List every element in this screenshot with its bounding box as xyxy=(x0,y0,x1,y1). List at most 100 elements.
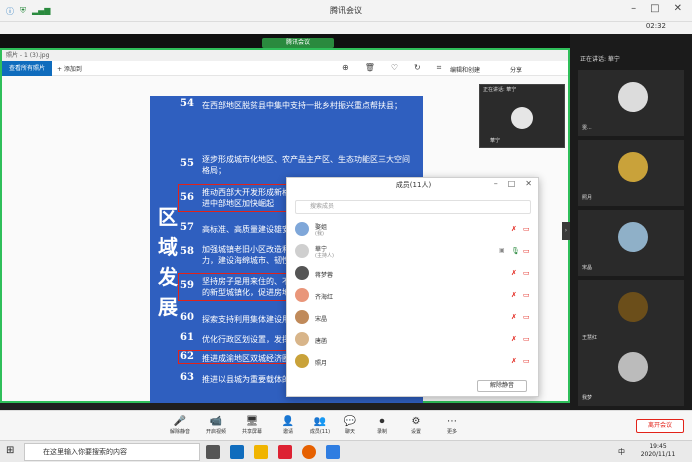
camera-off-icon[interactable]: ▭ xyxy=(523,335,530,343)
participant-tile[interactable]: 雯... xyxy=(578,70,684,136)
leave-meeting-button[interactable]: 离开会议 xyxy=(636,419,684,433)
taskbar-search-input[interactable]: 在这里输入你要搜索的内容 xyxy=(24,443,200,461)
favorite-icon[interactable]: ♡ xyxy=(391,63,398,73)
item-number: 58 xyxy=(180,246,194,257)
item-number: 62 xyxy=(180,351,194,362)
status-row: 02:32 xyxy=(0,22,692,34)
mic-on-icon[interactable]: 🎙 xyxy=(511,247,520,255)
invite-button[interactable]: 👤 邀请 xyxy=(270,415,306,435)
share-button[interactable]: 分享 xyxy=(510,65,522,74)
settings-button[interactable]: ⚙ 设置 xyxy=(398,415,434,435)
record-button[interactable]: ⏺ 录制 xyxy=(364,415,400,435)
member-row[interactable]: 華宁 (主持人) ▣ 🎙 ▭ xyxy=(295,242,531,262)
close-icon[interactable]: ✕ xyxy=(674,3,682,14)
close-icon[interactable]: ✕ xyxy=(525,179,532,188)
ime-indicator[interactable]: 中 xyxy=(618,447,625,457)
toolbar-label: 邀请 xyxy=(282,429,293,435)
mic-muted-icon[interactable]: ✗ xyxy=(511,269,517,277)
delete-icon[interactable]: 🗑 xyxy=(365,63,375,73)
toolbar-label: 设置 xyxy=(410,429,421,435)
screen-share-icon: ▣ xyxy=(499,247,505,254)
participant-tile[interactable]: 王慧红 xyxy=(578,280,684,346)
maximize-icon[interactable]: □ xyxy=(508,179,516,188)
camera-off-icon[interactable]: ▭ xyxy=(523,291,530,299)
chat-button[interactable]: 💬 聊天 xyxy=(332,415,368,435)
more-button[interactable]: ⋯ 更多 xyxy=(434,415,470,435)
member-row[interactable]: 宋晶 ✗ ▭ xyxy=(295,308,531,328)
item-number: 57 xyxy=(180,222,194,233)
mic-muted-icon[interactable]: ✗ xyxy=(511,225,517,233)
avatar xyxy=(295,310,309,324)
edit-create-button[interactable]: 编辑和创建 xyxy=(450,65,480,74)
mic-muted-icon[interactable]: ✗ xyxy=(511,313,517,321)
folder-icon[interactable] xyxy=(254,445,268,459)
camera-off-icon[interactable]: ▭ xyxy=(523,247,530,255)
camera-off-icon[interactable]: ▭ xyxy=(523,269,530,277)
camera-off-icon[interactable]: ▭ xyxy=(523,357,530,365)
firefox-icon[interactable] xyxy=(302,445,316,459)
member-row[interactable]: 齐海红 ✗ ▭ xyxy=(295,286,531,306)
maximize-icon[interactable]: □ xyxy=(650,3,659,14)
avatar xyxy=(618,292,648,322)
mic-muted-icon[interactable]: ✗ xyxy=(511,357,517,365)
chevron-right-icon[interactable]: › xyxy=(562,222,570,240)
slide-vertical-char: 区 xyxy=(158,205,178,229)
toolbar-label: 开启视频 xyxy=(205,429,226,435)
start-video-button[interactable]: 📹 开启视频 xyxy=(198,415,234,435)
unmute-button[interactable]: 🎤 解除静音 xyxy=(162,415,198,435)
windows-start-icon[interactable]: ⊞ xyxy=(6,445,14,456)
edge-icon[interactable] xyxy=(230,445,244,459)
avatar xyxy=(618,352,648,382)
taskbar-clock[interactable]: 19:45 2020/11/11 xyxy=(630,443,686,459)
clock-date: 2020/11/11 xyxy=(640,451,676,458)
speaker-video-preview[interactable]: 正在讲话: 華宁 華宁 xyxy=(479,84,565,148)
slide-vertical-char: 发 xyxy=(158,265,178,289)
participant-name: 照月 xyxy=(582,195,593,201)
share-screen-button[interactable]: 🖥 共享屏幕 xyxy=(234,415,270,435)
view-all-photos-button[interactable]: 查看所有照片 xyxy=(2,61,52,76)
participant-tile[interactable]: 宋晶 xyxy=(578,210,684,276)
task-view-icon[interactable] xyxy=(206,445,220,459)
chat-icon: 💬 xyxy=(343,416,357,427)
tencent-meeting-icon[interactable] xyxy=(326,445,340,459)
app-icon[interactable] xyxy=(278,445,292,459)
member-row[interactable]: 蒋梦蓉 ✗ ▭ xyxy=(295,264,531,284)
speaker-name: 華宁 xyxy=(490,138,501,144)
meeting-toolbar: 🎤 解除静音 📹 开启视频 🖥 共享屏幕 👤 邀请 👥 成员(11) 💬 聊天 … xyxy=(0,410,692,440)
avatar xyxy=(295,244,309,258)
window-title: 腾讯会议 xyxy=(330,6,362,15)
camera-off-icon[interactable]: ▭ xyxy=(523,313,530,321)
viewer-toolbar: 查看所有照片 + 添加到 ⊕ 🗑 ♡ ↻ ⌗ 编辑和创建 分享 xyxy=(2,61,568,76)
member-role: (主持人) xyxy=(315,253,334,259)
add-to-button[interactable]: + 添加到 xyxy=(57,64,82,73)
item-number: 56 xyxy=(180,192,194,203)
minimize-icon[interactable]: – xyxy=(631,3,636,14)
participant-tile[interactable]: 照月 xyxy=(578,140,684,206)
avatar xyxy=(295,222,309,236)
meeting-titlebar: ⓘ ⛨ ▂▄▆ 腾讯会议 – □ ✕ xyxy=(0,0,692,22)
member-row[interactable]: 娶姐 (我) ✗ ▭ xyxy=(295,220,531,240)
slide-vertical-title: 区 域 发 展 xyxy=(158,202,180,322)
item-number: 61 xyxy=(180,332,194,343)
camera-icon: 📹 xyxy=(209,416,223,427)
member-row[interactable]: 照月 ✗ ▭ xyxy=(295,352,531,372)
member-row[interactable]: 唐菡 ✗ ▭ xyxy=(295,330,531,350)
share-indicator[interactable]: 腾讯会议 xyxy=(262,38,334,48)
clock-time: 19:45 xyxy=(649,443,667,450)
item-number: 63 xyxy=(180,372,194,383)
unmute-all-button[interactable]: 解除静音 xyxy=(477,380,527,392)
mic-muted-icon[interactable]: ✗ xyxy=(511,291,517,299)
crop-icon[interactable]: ⌗ xyxy=(437,63,442,73)
rotate-icon[interactable]: ↻ xyxy=(414,63,421,73)
member-name: 唐菡 xyxy=(315,338,328,345)
member-search-input[interactable]: 搜索成员 xyxy=(295,200,531,214)
zoom-icon[interactable]: ⊕ xyxy=(342,63,349,73)
toolbar-label: 录制 xyxy=(376,429,387,435)
minimize-icon[interactable]: – xyxy=(494,179,498,188)
item-number: 59 xyxy=(180,280,194,291)
mic-muted-icon[interactable]: ✗ xyxy=(511,335,517,343)
camera-off-icon[interactable]: ▭ xyxy=(523,225,530,233)
avatar xyxy=(295,266,309,280)
participant-tile[interactable]: 我梦 xyxy=(578,340,684,406)
members-panel: 成员(11人) – □ ✕ ⌕ 搜索成员 娶姐 (我) ✗ ▭ 華宁 (主持人)… xyxy=(286,177,539,397)
